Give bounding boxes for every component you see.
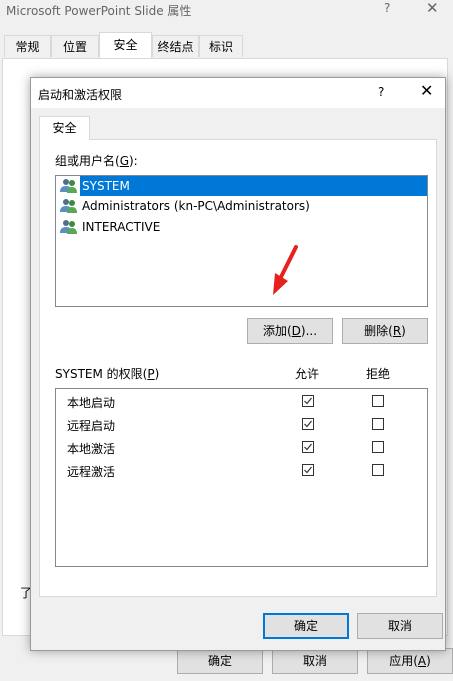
permission-row-remote-activation: 远程激活 [56, 460, 426, 482]
tab-identity[interactable]: 标识 [199, 35, 243, 57]
tab-general[interactable]: 常规 [4, 35, 51, 57]
user-name: Administrators (kn-PC\Administrators) [82, 199, 310, 213]
user-list[interactable]: SYSTEM Administrators (kn-PC\Administrat… [55, 175, 428, 307]
allow-checkbox[interactable] [302, 418, 314, 430]
deny-checkbox[interactable] [372, 441, 384, 453]
red-pointer-arrow-icon [273, 245, 298, 295]
launch-activation-permissions-dialog: 启动和激活权限 ? ✕ 安全 组或用户名(G): SYSTEM Administ… [30, 77, 446, 651]
checkmark-icon [304, 420, 312, 428]
parent-help-button[interactable]: ? [384, 1, 390, 15]
checkmark-icon [304, 466, 312, 474]
permission-row-local-launch: 本地启动 [56, 391, 426, 413]
dialog-cancel-button[interactable]: 取消 [357, 613, 443, 639]
group-or-user-names-label: 组或用户名(G): [55, 154, 138, 168]
deny-checkbox[interactable] [372, 395, 384, 407]
dialog-title: 启动和激活权限 [38, 88, 123, 102]
tab-location[interactable]: 位置 [51, 35, 99, 57]
parent-cancel-button[interactable]: 取消 [272, 648, 358, 674]
parent-close-button[interactable]: ✕ [426, 0, 439, 17]
users-icon [60, 179, 77, 193]
permission-name: 远程启动 [67, 419, 116, 433]
dialog-ok-button[interactable]: 确定 [263, 613, 349, 639]
permissions-list: 本地启动 远程启动 本地激活 远程激活 [55, 388, 428, 567]
user-item-system[interactable]: SYSTEM [59, 176, 427, 197]
security-tab-panel: 组或用户名(G): SYSTEM Administrators (kn-PC\A… [39, 139, 437, 597]
dialog-help-button[interactable]: ? [378, 85, 384, 99]
permission-row-remote-launch: 远程启动 [56, 414, 426, 436]
users-icon [60, 199, 77, 213]
dialog-tab-security[interactable]: 安全 [39, 116, 90, 140]
deny-checkbox[interactable] [372, 464, 384, 476]
parent-ok-button[interactable]: 确定 [177, 648, 263, 674]
dialog-close-button[interactable]: ✕ [420, 81, 433, 101]
permissions-label: SYSTEM 的权限(P) [55, 367, 160, 381]
tab-endpoints[interactable]: 终结点 [152, 35, 199, 57]
user-name: INTERACTIVE [82, 220, 161, 234]
allow-checkbox[interactable] [302, 441, 314, 453]
user-item-administrators[interactable]: Administrators (kn-PC\Administrators) [59, 196, 427, 217]
parent-dialog-title: Microsoft PowerPoint Slide 属性 [6, 4, 192, 18]
user-item-interactive[interactable]: INTERACTIVE [59, 217, 427, 238]
allow-column-header: 允许 [295, 367, 320, 381]
tab-security[interactable]: 安全 [99, 32, 152, 58]
deny-column-header: 拒绝 [366, 367, 391, 381]
permission-name: 远程激活 [67, 465, 116, 479]
user-name: SYSTEM [80, 176, 427, 196]
allow-checkbox[interactable] [302, 395, 314, 407]
permission-name: 本地启动 [67, 396, 116, 410]
add-button[interactable]: 添加(D)... [247, 318, 333, 344]
permission-row-local-activation: 本地激活 [56, 437, 426, 459]
permission-name: 本地激活 [67, 442, 116, 456]
deny-checkbox[interactable] [372, 418, 384, 430]
remove-button[interactable]: 删除(R) [342, 318, 428, 344]
checkmark-icon [304, 443, 312, 451]
parent-apply-button[interactable]: 应用(A) [367, 648, 453, 674]
users-icon [60, 220, 77, 234]
dialog-titlebar[interactable]: 启动和激活权限 ? ✕ [31, 78, 445, 108]
allow-checkbox[interactable] [302, 464, 314, 476]
checkmark-icon [304, 397, 312, 405]
